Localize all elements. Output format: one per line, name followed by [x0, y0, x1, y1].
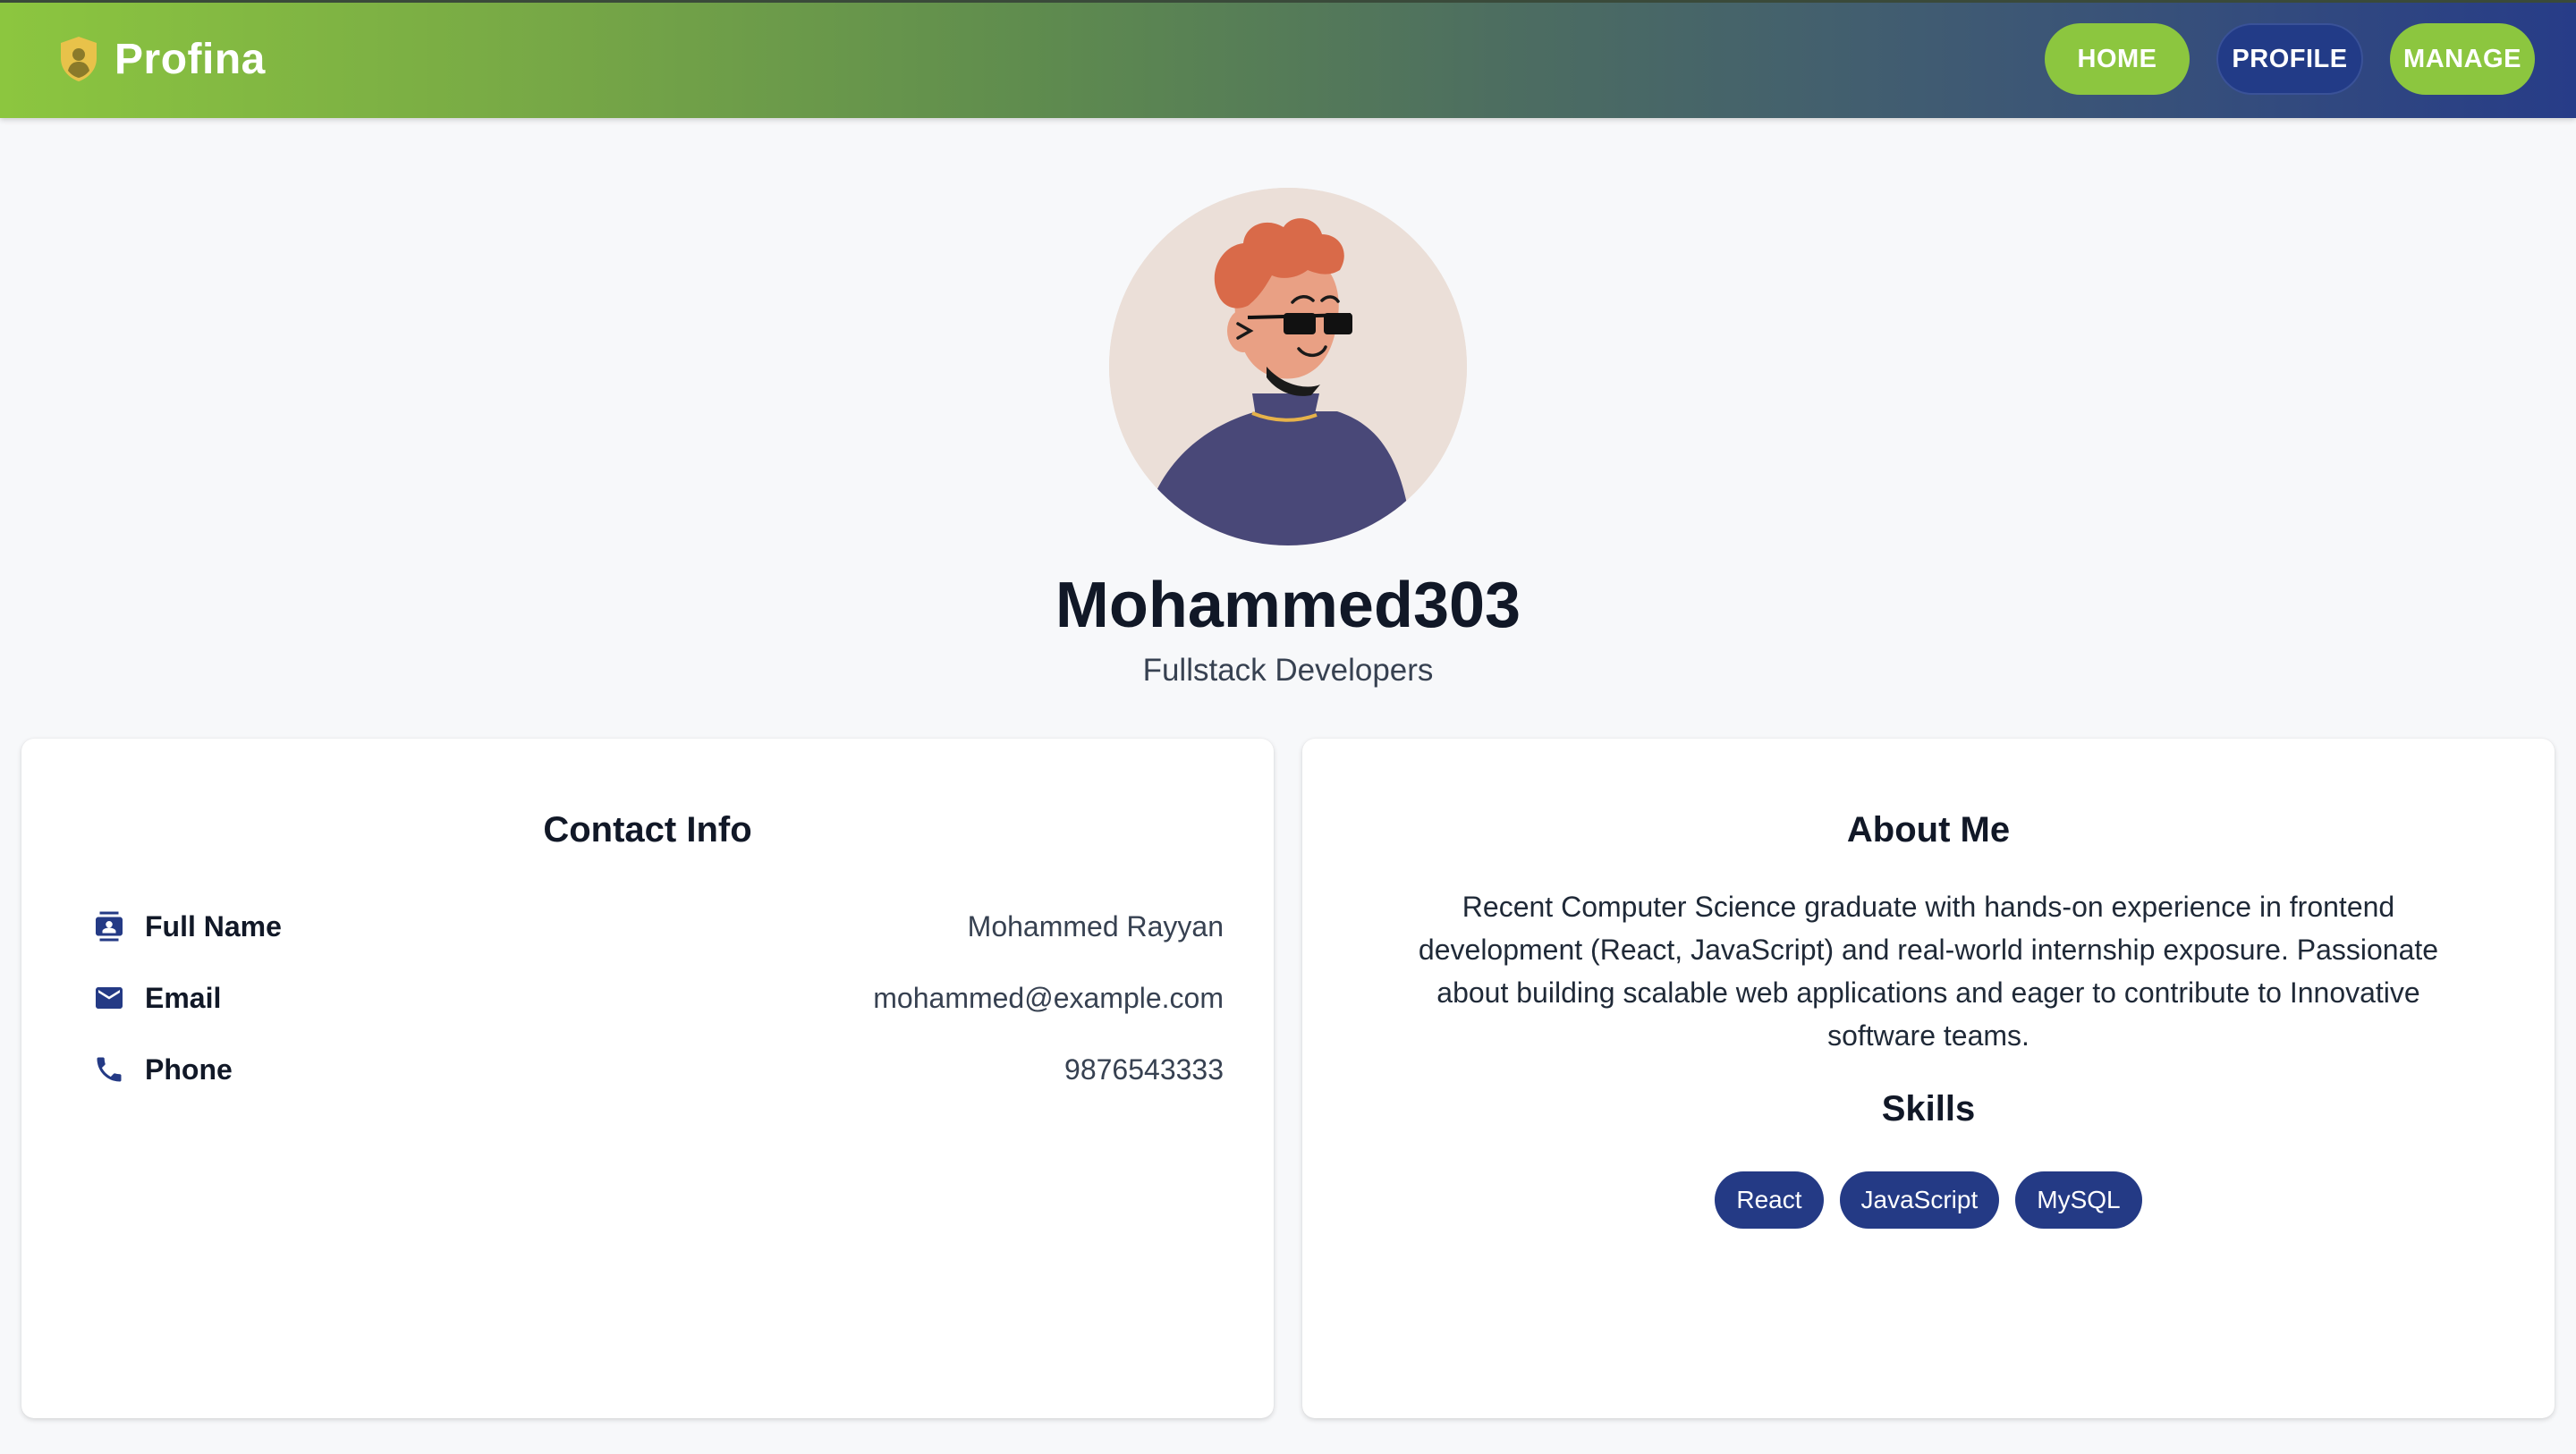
info-row-email: Email mohammed@example.com [93, 973, 1224, 1023]
nav-manage-button[interactable]: MANAGE [2390, 23, 2535, 95]
skill-chip-react: React [1715, 1171, 1824, 1229]
info-row-full-name: Full Name Mohammed Rayyan [93, 901, 1224, 951]
skills-title: Skills [1881, 1089, 1976, 1129]
info-label: Phone [145, 1052, 233, 1086]
info-value: Mohammed Rayyan [967, 909, 1224, 943]
nav-home-button[interactable]: HOME [2045, 23, 2190, 95]
brand-name: Profina [114, 35, 266, 83]
nav-profile-button[interactable]: PROFILE [2216, 23, 2363, 95]
contact-info-title: Contact Info [543, 810, 752, 850]
about-me-card: About Me Recent Computer Science graduat… [1302, 739, 2555, 1418]
mail-icon [93, 982, 125, 1014]
skill-chip-mysql: MySQL [2015, 1171, 2142, 1229]
phone-icon [93, 1053, 125, 1086]
avatar [1109, 188, 1467, 545]
skills-list: React JavaScript MySQL [1302, 1171, 2555, 1229]
about-me-text: Recent Computer Science graduate with ha… [1418, 891, 2439, 1052]
contact-info-card: Contact Info Full Name Mohammed Rayyan E… [21, 739, 1274, 1418]
profile-role: Fullstack Developers [1142, 653, 1434, 688]
info-value: mohammed@example.com [873, 981, 1224, 1014]
about-me-title: About Me [1846, 810, 2011, 850]
brand[interactable]: Profina [57, 34, 266, 84]
info-label: Email [145, 981, 222, 1014]
info-value: 9876543333 [1064, 1052, 1224, 1086]
shield-user-icon [57, 35, 100, 83]
info-row-phone: Phone 9876543333 [93, 1044, 1224, 1095]
contact-card-icon [93, 910, 125, 943]
skill-chip-javascript: JavaScript [1839, 1171, 2000, 1229]
top-navbar: Profina HOME PROFILE MANAGE [0, 0, 2576, 118]
info-label: Full Name [145, 909, 282, 943]
profile-username: Mohammed303 [1055, 570, 1521, 641]
